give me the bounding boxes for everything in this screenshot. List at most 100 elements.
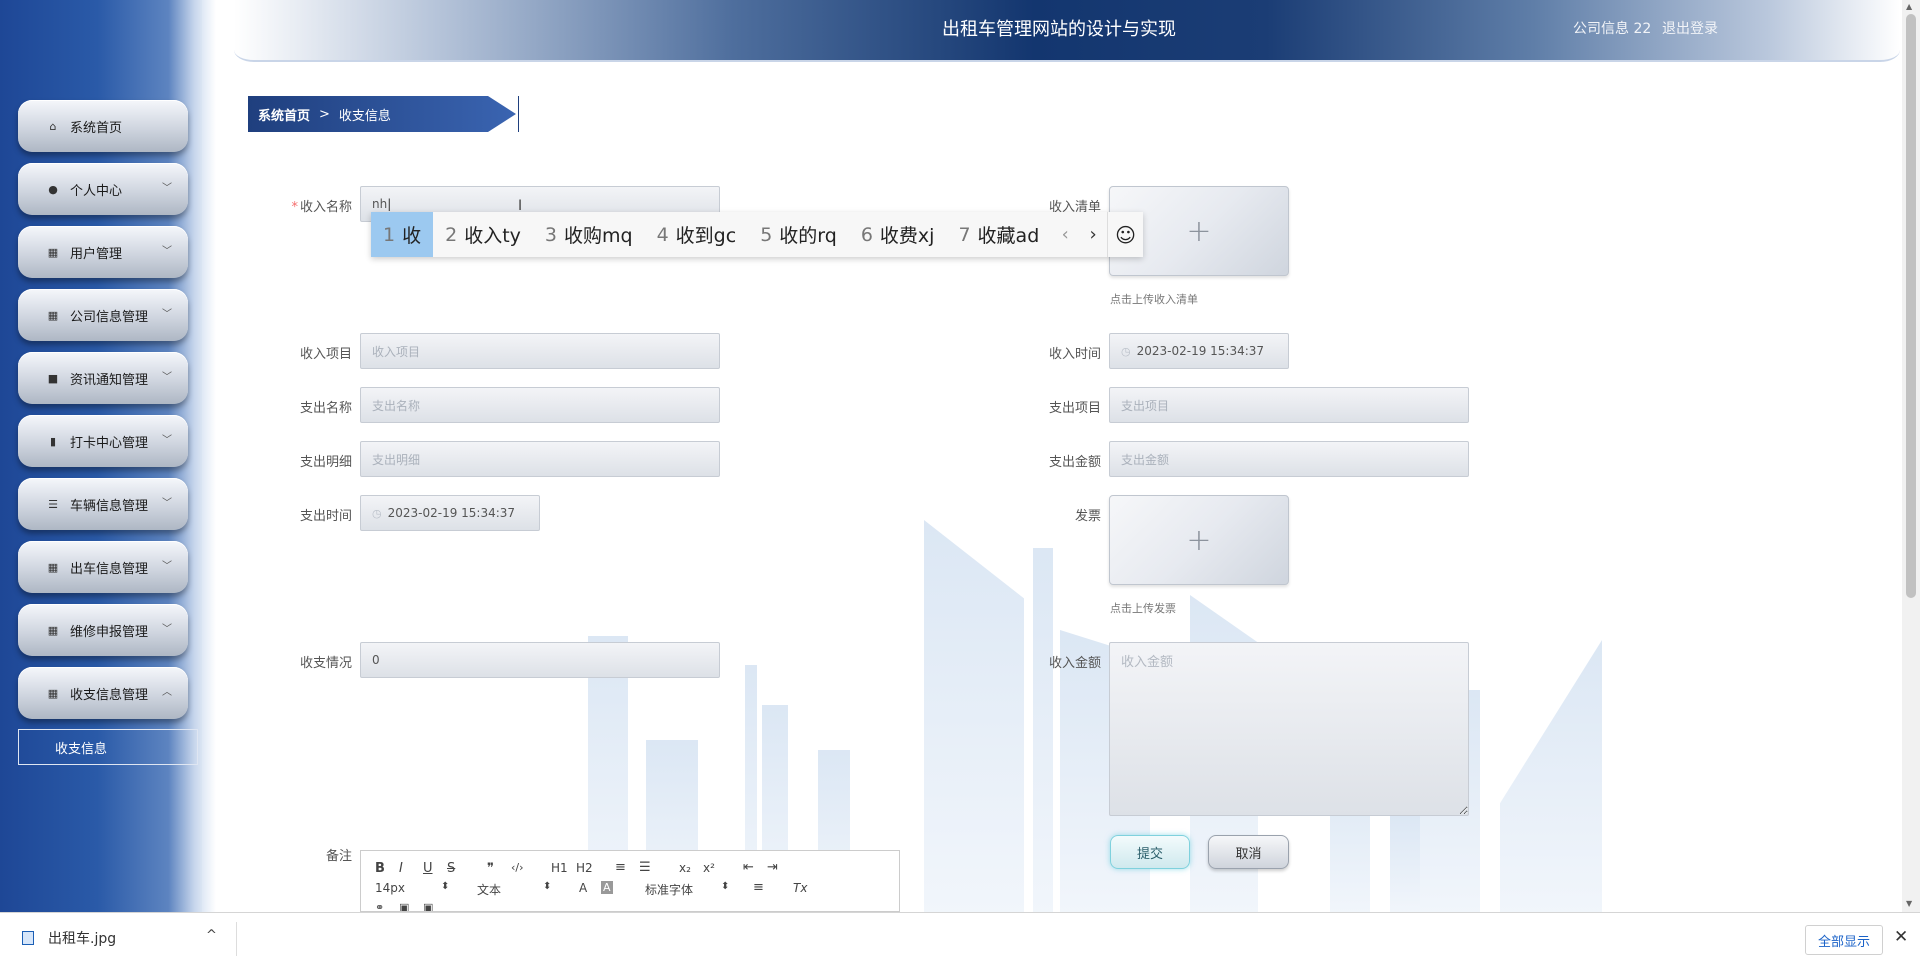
chevron-down-icon: ﹀ xyxy=(162,561,172,572)
balance-status-input[interactable]: 0 xyxy=(360,642,720,678)
submit-button[interactable]: 提交 xyxy=(1110,835,1190,869)
sidebar-item-home[interactable]: ⌂ 系统首页 xyxy=(18,100,188,152)
income-item-input[interactable]: 收入项目 xyxy=(360,333,720,369)
font-family-select[interactable]: 标准字体 xyxy=(645,881,693,898)
sidebar-item-checkin-management[interactable]: ▮ 打卡中心管理 ﹀ xyxy=(18,415,188,467)
sidebar-item-dispatch-management[interactable]: ▦ 出车信息管理 ﹀ xyxy=(18,541,188,593)
plus-icon: + xyxy=(1186,213,1212,249)
ordered-list-icon[interactable]: ≡ xyxy=(615,860,626,875)
download-bar xyxy=(0,912,1920,966)
image-icon[interactable]: ▣ xyxy=(399,901,409,911)
underline-icon[interactable]: U xyxy=(423,861,433,876)
image-file-icon xyxy=(22,931,34,945)
chevron-updown-icon: ⬍ xyxy=(543,881,552,892)
video-icon[interactable]: ▣ xyxy=(423,901,433,911)
heading-2-icon[interactable]: H2 xyxy=(576,861,593,875)
income-amount-textarea[interactable] xyxy=(1109,642,1469,816)
cancel-button[interactable]: 取消 xyxy=(1208,835,1289,869)
italic-icon[interactable]: I xyxy=(399,861,403,876)
grid-icon: ▦ xyxy=(47,308,59,322)
income-time-picker[interactable]: ◷ 2023-02-19 15:34:37 xyxy=(1109,333,1289,369)
header-user-info: 公司信息 22 xyxy=(1573,21,1652,37)
superscript-icon[interactable]: x² xyxy=(703,861,715,875)
background-color-icon[interactable]: A xyxy=(601,881,613,894)
home-icon: ⌂ xyxy=(49,119,57,133)
subscript-icon[interactable]: x₂ xyxy=(679,861,691,875)
close-icon[interactable]: ✕ xyxy=(1894,927,1908,947)
chevron-up-icon: ︿ xyxy=(162,687,172,698)
expense-name-input[interactable]: 支出名称 xyxy=(360,387,720,423)
code-block-icon[interactable]: ‹/› xyxy=(511,861,524,874)
sidebar-item-news-management[interactable]: ■ 资讯通知管理 ﹀ xyxy=(18,352,188,404)
ime-candidate[interactable]: 1收 xyxy=(371,212,434,257)
logout-link[interactable]: 退出登录 xyxy=(1662,18,1718,38)
bold-icon[interactable]: B xyxy=(375,861,385,876)
font-size-select[interactable]: 14px xyxy=(375,881,405,895)
ime-candidate[interactable]: 4 收到gc xyxy=(645,212,749,257)
expense-time-picker[interactable]: ◷ 2023-02-19 15:34:37 xyxy=(360,495,540,531)
expense-name-label: 支出名称 xyxy=(299,401,352,416)
show-all-downloads-button[interactable]: 全部显示 xyxy=(1805,925,1883,955)
site-title: 出租车管理网站的设计与实现 xyxy=(942,19,1176,40)
bullet-list-icon[interactable]: ☰ xyxy=(639,860,651,875)
ime-candidate[interactable]: 7 收藏ad xyxy=(946,212,1051,257)
sidebar-item-repair-management[interactable]: ▦ 维修申报管理 ﹀ xyxy=(18,604,188,656)
scrollbar-thumb[interactable] xyxy=(1906,14,1916,598)
chevron-updown-icon: ⬍ xyxy=(721,881,730,892)
sidebar-item-finance-management[interactable]: ▦ 收支信息管理 ︿ xyxy=(18,667,188,719)
sidebar-item-label: 收支信息管理 xyxy=(70,687,149,703)
ime-candidate[interactable]: 5 收的rq xyxy=(748,212,849,257)
heading-1-icon[interactable]: H1 xyxy=(551,861,568,875)
remark-editor: B I U S ❞ ‹/› H1 H2 ≡ ☰ x₂ x² ⇤ ⇥ 14px ⬍… xyxy=(360,850,900,912)
font-color-icon[interactable]: A xyxy=(579,881,587,895)
clear-format-icon[interactable]: Tx xyxy=(793,881,807,895)
sidebar-item-user-management[interactable]: ▦ 用户管理 ﹀ xyxy=(18,226,188,278)
income-list-hint: 点击上传收入清单 xyxy=(1110,293,1198,306)
income-time-value: 2023-02-19 15:34:37 xyxy=(1136,344,1265,358)
blockquote-icon[interactable]: ❞ xyxy=(487,861,494,876)
remark-label: 备注 xyxy=(325,849,352,864)
emoji-icon[interactable]: ☺ xyxy=(1107,212,1143,257)
breadcrumb-separator: > xyxy=(319,106,330,122)
scroll-up-arrow-icon[interactable]: ▲ xyxy=(1906,2,1912,11)
ime-candidate[interactable]: 6 收费xj xyxy=(849,212,947,257)
invoice-upload[interactable]: + xyxy=(1109,495,1289,585)
sidebar-item-vehicle-management[interactable]: ☰ 车辆信息管理 ﹀ xyxy=(18,478,188,530)
ime-prev-page-icon[interactable]: ‹ xyxy=(1051,212,1079,257)
clock-icon: ◷ xyxy=(372,506,382,520)
divider xyxy=(236,922,237,956)
breadcrumb-home[interactable]: 系统首页 xyxy=(258,105,310,124)
breadcrumb-current: 收支信息 xyxy=(338,108,391,124)
ime-candidate[interactable]: 2 收入ty xyxy=(433,212,533,257)
outdent-icon[interactable]: ⇤ xyxy=(743,860,754,875)
indent-icon[interactable]: ⇥ xyxy=(767,860,778,875)
expense-item-input[interactable]: 支出项目 xyxy=(1109,387,1469,423)
expense-item-label: 支出项目 xyxy=(1048,401,1101,416)
sliders-icon: ☰ xyxy=(48,497,58,511)
chevron-up-icon[interactable]: ^ xyxy=(206,928,217,943)
income-item-label: 收入项目 xyxy=(299,347,352,362)
scroll-down-arrow-icon[interactable]: ▼ xyxy=(1906,899,1912,908)
invoice-label: 发票 xyxy=(1074,509,1101,524)
sidebar-item-company-management[interactable]: ▦ 公司信息管理 ﹀ xyxy=(18,289,188,341)
sidebar-item-label: 资讯通知管理 xyxy=(70,372,149,388)
sidebar-subitem-finance-info[interactable]: 收支信息 xyxy=(18,729,198,765)
ime-candidate[interactable]: 3 收购mq xyxy=(533,212,645,257)
expense-amount-input[interactable]: 支出金额 xyxy=(1109,441,1469,477)
sidebar-item-label: 公司信息管理 xyxy=(70,309,149,325)
align-icon[interactable]: ≡ xyxy=(753,880,764,895)
sidebar-item-personal-center[interactable]: ● 个人中心 ﹀ xyxy=(18,163,188,215)
grid-icon: ▦ xyxy=(47,560,59,574)
text-style-select[interactable]: 文本 xyxy=(477,881,501,898)
bar-chart-icon: ▮ xyxy=(49,434,57,448)
chevron-updown-icon: ⬍ xyxy=(441,881,450,892)
chevron-down-icon: ﹀ xyxy=(162,309,172,320)
link-icon[interactable]: ⚭ xyxy=(375,901,384,911)
ime-next-page-icon[interactable]: › xyxy=(1079,212,1107,257)
income-time-label: 收入时间 xyxy=(1048,347,1101,362)
expense-detail-input[interactable]: 支出明细 xyxy=(360,441,720,477)
grid-icon: ▦ xyxy=(47,623,59,637)
plus-icon: + xyxy=(1186,522,1212,558)
strike-icon[interactable]: S xyxy=(447,861,455,876)
download-item[interactable]: 出租车.jpg xyxy=(22,928,116,948)
